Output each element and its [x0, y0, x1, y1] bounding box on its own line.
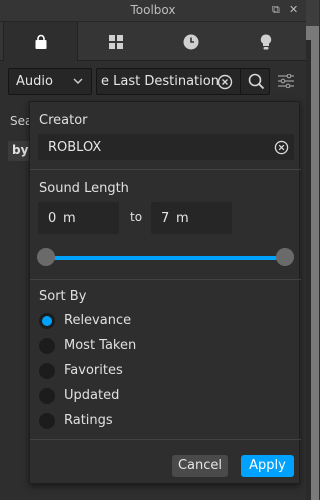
- tab-inventory[interactable]: [78, 22, 153, 61]
- dock-gap: [306, 40, 311, 500]
- max-length-field[interactable]: 7 m: [151, 202, 232, 234]
- cancel-button[interactable]: Cancel: [172, 455, 228, 477]
- apply-button[interactable]: Apply: [241, 455, 294, 477]
- clock-icon: [183, 34, 198, 49]
- creator-field[interactable]: ROBLOX: [38, 134, 294, 160]
- lightbulb-icon: [260, 33, 271, 49]
- clear-creator-icon[interactable]: [274, 140, 289, 155]
- tab-marketplace[interactable]: [3, 22, 78, 62]
- length-slider-track[interactable]: [44, 256, 286, 260]
- min-length-field[interactable]: 0 m: [38, 202, 119, 234]
- sort-radio-most-taken[interactable]: [39, 338, 55, 354]
- close-icon[interactable]: ✕: [289, 3, 298, 17]
- shopping-bag-icon: [35, 34, 46, 49]
- chevron-down-icon: [73, 78, 83, 84]
- tab-bar: [0, 22, 306, 62]
- sound-length-label: Sound Length: [39, 181, 129, 196]
- filter-sliders-icon[interactable]: [278, 74, 294, 88]
- background-content: Sea by: [0, 101, 32, 500]
- length-slider-max-handle[interactable]: [276, 248, 294, 266]
- sort-option-relevance[interactable]: Relevance: [64, 313, 131, 328]
- search-input[interactable]: e Last Destination: [96, 68, 270, 95]
- search-separator: [240, 69, 241, 94]
- length-slider-min-handle[interactable]: [37, 248, 55, 266]
- window-title: Toolbox: [130, 3, 176, 17]
- search-query: e Last Destination: [101, 74, 219, 89]
- divider: [30, 439, 301, 440]
- min-length-unit: m: [63, 211, 76, 226]
- max-length-value: 7: [161, 211, 170, 226]
- title-bar: Toolbox ⧉ ✕: [0, 0, 306, 22]
- sort-radio-relevance[interactable]: [39, 313, 55, 329]
- divider: [30, 169, 301, 170]
- sort-by-label: Sort By: [39, 289, 87, 304]
- divider: [30, 279, 301, 280]
- filter-panel: Creator ROBLOX Sound Length 0 m to 7 m S…: [29, 101, 301, 484]
- creator-label: Creator: [39, 113, 88, 128]
- viewport-edge-top: [306, 0, 319, 26]
- sort-option-updated[interactable]: Updated: [64, 388, 119, 403]
- grid-icon: [108, 34, 123, 49]
- min-length-value: 0: [48, 211, 57, 226]
- category-dropdown[interactable]: Audio: [8, 68, 92, 95]
- sort-radio-ratings[interactable]: [39, 413, 55, 429]
- category-value: Audio: [16, 74, 53, 89]
- search-icon[interactable]: [248, 73, 265, 90]
- tab-recent[interactable]: [153, 22, 228, 61]
- viewport-edge: [306, 0, 319, 500]
- to-label: to: [130, 210, 143, 224]
- sort-option-favorites[interactable]: Favorites: [64, 363, 123, 378]
- max-length-unit: m: [176, 211, 189, 226]
- sort-radio-favorites[interactable]: [39, 363, 55, 379]
- clear-search-icon[interactable]: [217, 74, 233, 90]
- tab-creations[interactable]: [228, 22, 303, 61]
- background-by-label: by: [8, 141, 30, 161]
- sort-option-most-taken[interactable]: Most Taken: [64, 338, 136, 353]
- search-row: Audio e Last Destination: [0, 61, 306, 101]
- restore-icon[interactable]: ⧉: [272, 3, 280, 17]
- sort-option-ratings[interactable]: Ratings: [64, 413, 113, 428]
- creator-value: ROBLOX: [48, 140, 102, 155]
- sort-radio-updated[interactable]: [39, 388, 55, 404]
